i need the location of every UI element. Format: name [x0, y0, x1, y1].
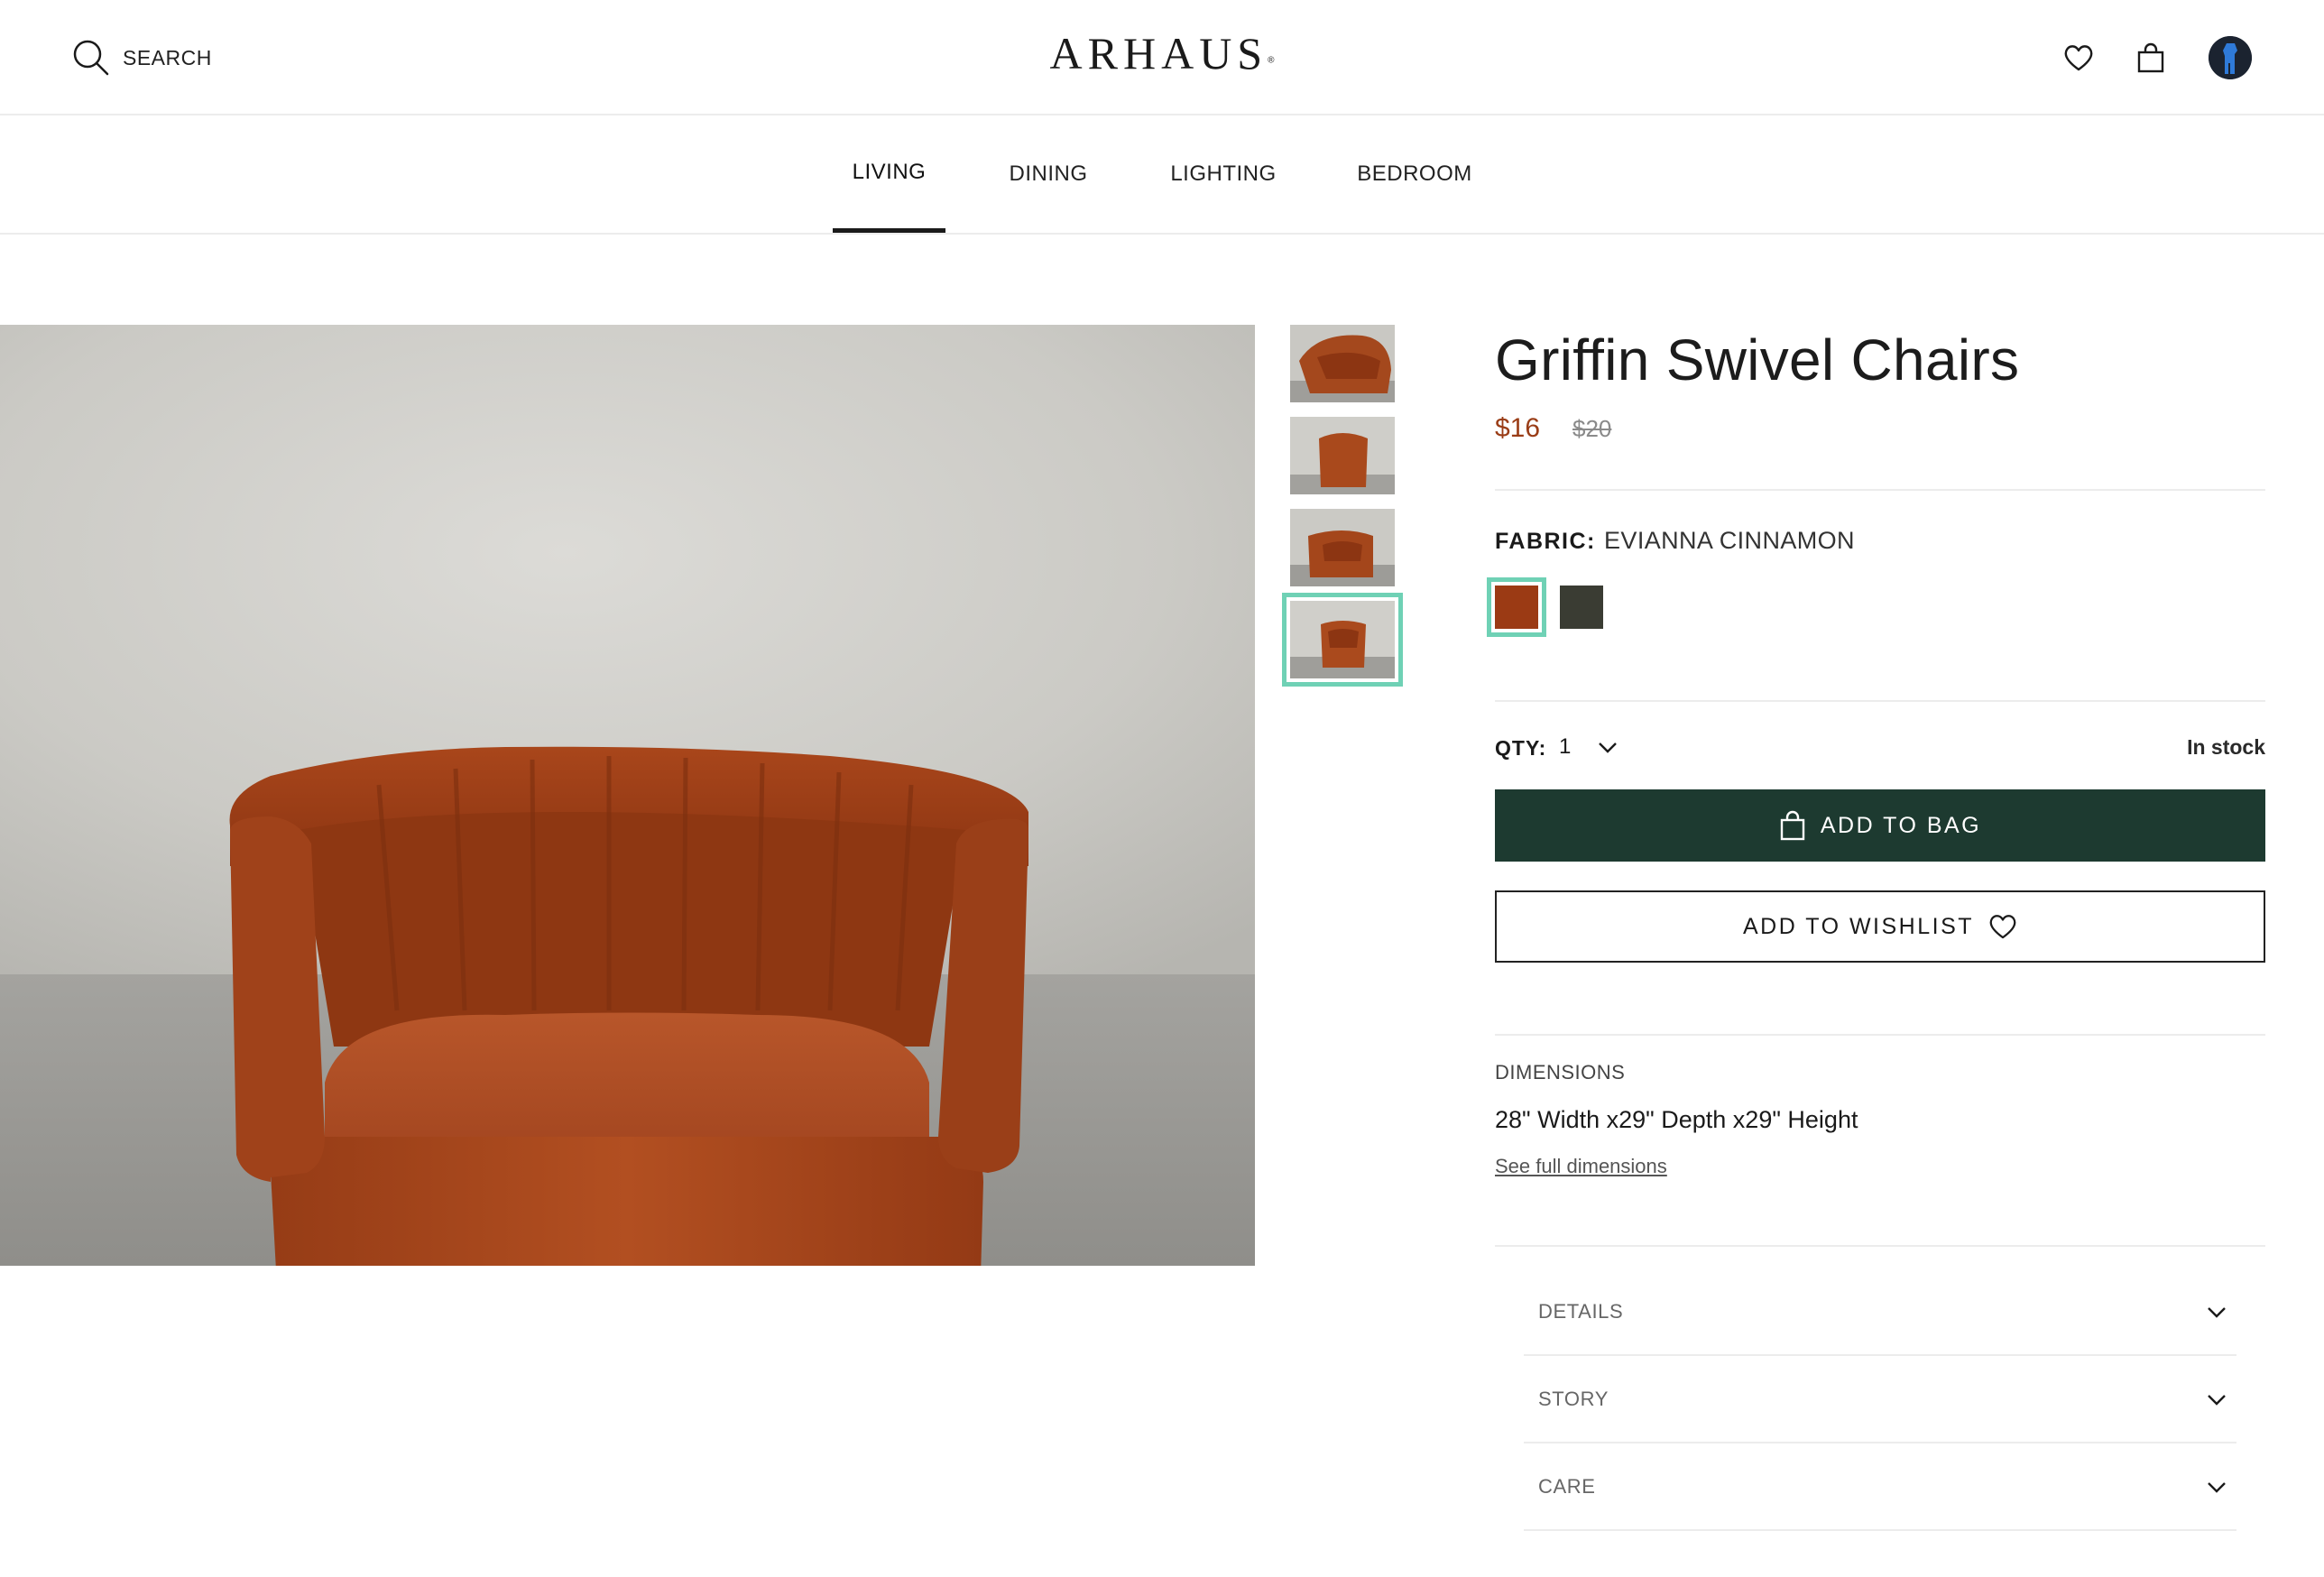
gallery-thumbnail-4[interactable]	[1282, 593, 1403, 687]
divider	[1495, 1245, 2265, 1247]
product-title: Griffin Swivel Chairs	[1495, 327, 2020, 392]
stock-status: In stock	[2187, 735, 2265, 759]
accordion-label: CARE	[1538, 1474, 1596, 1498]
wishlist-button[interactable]	[2061, 40, 2097, 76]
dimensions-value: 28" Width x29" Depth x29" Height	[1495, 1106, 1858, 1133]
accordion-story[interactable]: STORY	[1524, 1356, 2236, 1443]
nav-item-label: LIGHTING	[1170, 161, 1277, 186]
fabric-label: FABRIC:	[1495, 529, 1596, 554]
user-avatar[interactable]	[2209, 36, 2252, 79]
nav-item-label: BEDROOM	[1357, 161, 1472, 186]
brand-logo-text: ARHAUS	[1049, 28, 1268, 78]
thumbnail-image	[1290, 601, 1395, 678]
nav-item-living[interactable]: LIVING	[833, 115, 945, 233]
qty-value: 1	[1559, 734, 1572, 759]
search-icon	[73, 40, 109, 76]
gallery-thumbnail-2[interactable]	[1290, 417, 1395, 494]
gallery-thumbnail-3[interactable]	[1290, 509, 1395, 586]
shopping-bag-button[interactable]	[2133, 40, 2169, 76]
nav-item-label: LIVING	[852, 159, 927, 184]
chevron-down-icon	[2208, 1482, 2226, 1493]
nav-item-bedroom[interactable]: BEDROOM	[1350, 115, 1480, 233]
divider	[1495, 489, 2265, 491]
site-header: SEARCH ARHAUS®	[0, 0, 2324, 115]
accordion-label: DETAILS	[1538, 1299, 1624, 1323]
sale-price: $16	[1495, 413, 1541, 443]
heart-icon	[1989, 915, 2016, 939]
qty-select[interactable]: 1	[1552, 727, 1624, 767]
dimensions-label: DIMENSIONS	[1495, 1061, 1626, 1084]
thumbnail-image	[1290, 417, 1395, 494]
divider	[1495, 700, 2265, 702]
accordion-care[interactable]: CARE	[1524, 1443, 2236, 1531]
search-button[interactable]: SEARCH	[72, 36, 212, 79]
accordion-label: STORY	[1538, 1387, 1609, 1410]
thumbnail-image	[1290, 509, 1395, 586]
user-avatar-icon	[2209, 36, 2252, 79]
nav-item-lighting[interactable]: LIGHTING	[1160, 115, 1286, 233]
category-nav: LIVING DINING LIGHTING BEDROOM	[0, 115, 2324, 235]
original-price: $20	[1572, 415, 1612, 442]
chevron-down-icon	[2208, 1395, 2226, 1406]
chevron-down-icon	[1599, 742, 1617, 753]
nav-item-label: DINING	[1009, 161, 1088, 186]
see-full-dimensions-link[interactable]: See full dimensions	[1495, 1155, 1667, 1178]
qty-label: QTY:	[1495, 736, 1547, 760]
fabric-value: EVIANNA CINNAMON	[1604, 527, 1855, 554]
chair-photo	[0, 325, 1255, 1266]
add-to-bag-label: ADD TO BAG	[1820, 812, 1982, 838]
add-to-wishlist-label: ADD TO WISHLIST	[1742, 913, 1975, 939]
thumbnail-image	[1290, 325, 1395, 402]
heart-icon	[2064, 45, 2093, 71]
shopping-bag-icon	[1780, 810, 1805, 841]
add-to-bag-button[interactable]: ADD TO BAG	[1495, 789, 2265, 862]
add-to-wishlist-button[interactable]: ADD TO WISHLIST	[1495, 890, 2265, 963]
gallery-thumbnail-1[interactable]	[1290, 325, 1395, 402]
divider	[1495, 1034, 2265, 1036]
fabric-swatch-cinnamon[interactable]	[1487, 577, 1546, 637]
nav-item-dining[interactable]: DINING	[1000, 115, 1097, 233]
product-hero-image[interactable]	[0, 325, 1255, 1266]
fabric-swatch-dark-olive[interactable]	[1560, 586, 1603, 629]
chevron-down-icon	[2208, 1307, 2226, 1318]
brand-logo[interactable]: ARHAUS®	[0, 27, 2324, 79]
search-label: SEARCH	[123, 45, 212, 69]
registered-mark: ®	[1268, 55, 1275, 66]
shopping-bag-icon	[2137, 42, 2164, 73]
accordion-details[interactable]: DETAILS	[1524, 1268, 2236, 1356]
